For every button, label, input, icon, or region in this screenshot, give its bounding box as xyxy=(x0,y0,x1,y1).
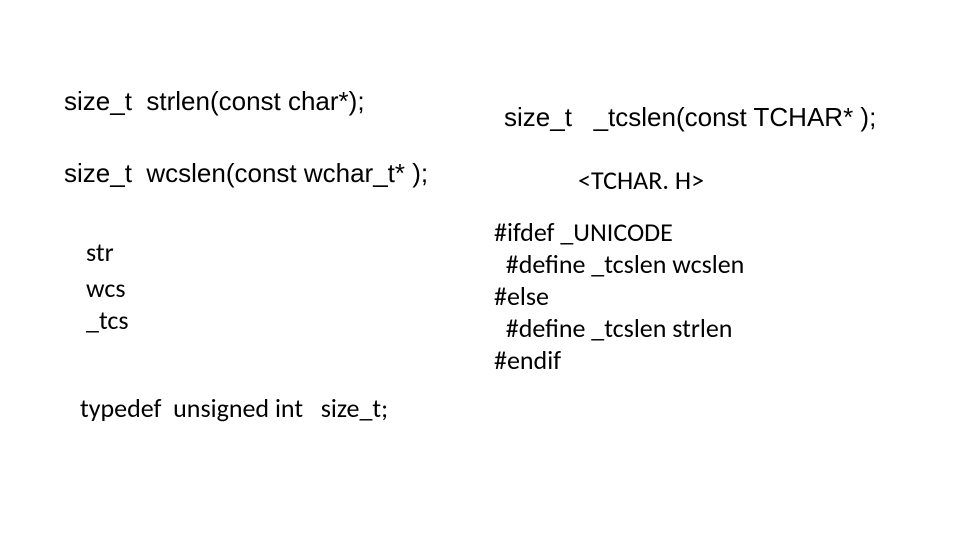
prefix-str: str xyxy=(86,236,114,268)
code-endif: #endif xyxy=(494,344,561,376)
sig-wcslen: size_t wcslen(const wchar_t* ); xyxy=(64,158,428,189)
code-ifdef: #ifdef _UNICODE xyxy=(494,216,673,248)
code-define-wcslen: #define _tcslen wcslen xyxy=(494,248,744,280)
sig-strlen: size_t strlen(const char*); xyxy=(64,86,365,117)
sig-tcslen: size_t _tcslen(const TCHAR* ); xyxy=(504,102,876,133)
typedef-line: typedef unsigned int size_t; xyxy=(80,392,388,424)
slide: size_t strlen(const char*); size_t wcsle… xyxy=(0,0,960,540)
code-define-strlen: #define _tcslen strlen xyxy=(494,312,732,344)
prefix-tcs: _tcs xyxy=(86,304,129,336)
code-else: #else xyxy=(494,280,549,312)
prefix-wcs: wcs xyxy=(86,272,126,304)
tchar-header: <TCHAR. H> xyxy=(578,164,704,196)
